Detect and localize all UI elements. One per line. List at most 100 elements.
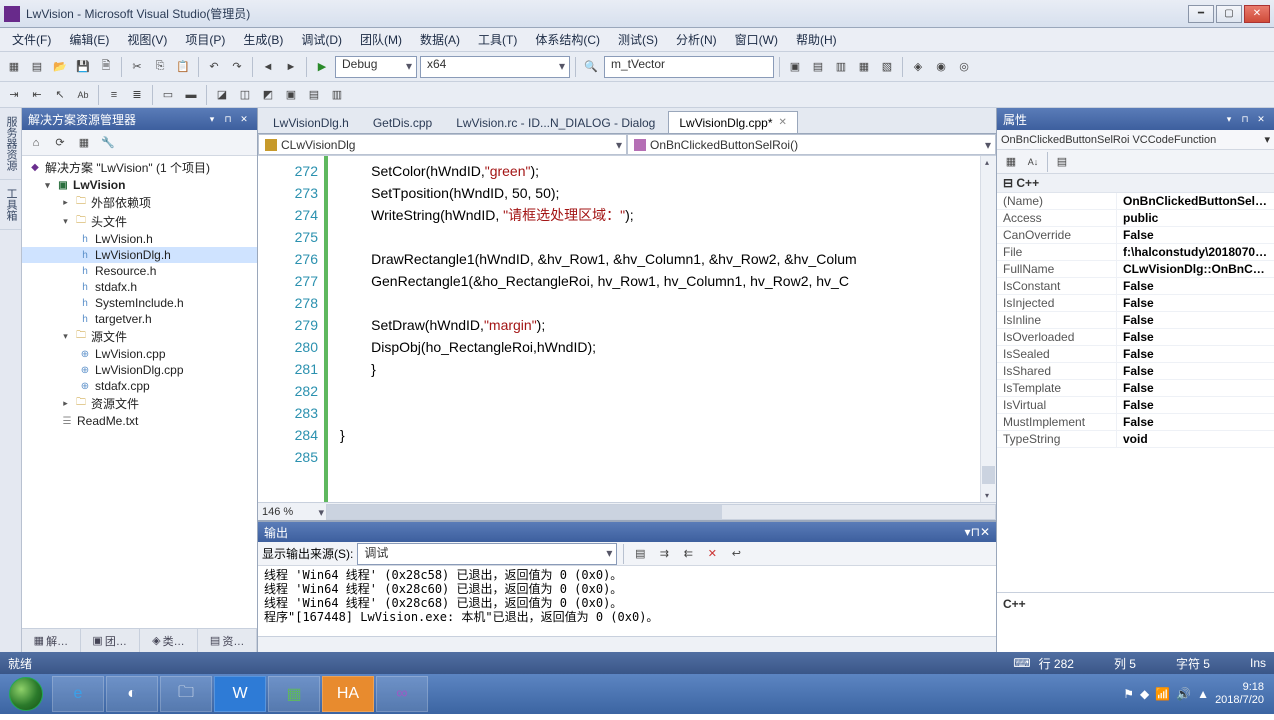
- tb-icon-6[interactable]: ◈: [908, 57, 928, 77]
- menu-debug[interactable]: 调试(D): [293, 29, 350, 50]
- task-app1[interactable]: ◐: [106, 676, 158, 712]
- nav-fwd-icon[interactable]: ►: [281, 57, 301, 77]
- tb-icon-2[interactable]: ▤: [808, 57, 828, 77]
- tab-dialog[interactable]: LwVision.rc - ID...N_DIALOG - Dialog: [445, 111, 666, 133]
- output-wrap-icon[interactable]: ↩: [726, 544, 746, 564]
- menu-arch[interactable]: 体系结构(C): [527, 29, 608, 50]
- menu-analyze[interactable]: 分析(N): [668, 29, 725, 50]
- output-icon-2[interactable]: ⇉: [654, 544, 674, 564]
- output-pin-icon[interactable]: ⊓: [971, 525, 980, 539]
- menu-edit[interactable]: 编辑(E): [61, 29, 117, 50]
- panel-pin-icon[interactable]: ⊓: [221, 112, 235, 126]
- comment-icon[interactable]: ▭: [158, 85, 178, 105]
- tb-icon-1[interactable]: ▣: [785, 57, 805, 77]
- tree-file[interactable]: hSystemInclude.h: [22, 295, 257, 311]
- props-az-icon[interactable]: A↓: [1023, 152, 1043, 172]
- add-item-icon[interactable]: ▤: [27, 57, 47, 77]
- btab-solution[interactable]: ▦解…: [22, 629, 81, 652]
- menu-view[interactable]: 视图(V): [119, 29, 175, 50]
- start-button[interactable]: [2, 676, 50, 712]
- tree-file[interactable]: htargetver.h: [22, 311, 257, 327]
- tb-icon-4[interactable]: ▦: [854, 57, 874, 77]
- tree-project[interactable]: ▾▣LwVision: [22, 177, 257, 193]
- platform-combo[interactable]: x64: [420, 56, 570, 78]
- output-icon-1[interactable]: ▤: [630, 544, 650, 564]
- system-tray[interactable]: ⚑ ◆ 📶 🔊 ▲ 9:182018/7/20: [1115, 681, 1272, 707]
- tree-file[interactable]: ⊕LwVision.cpp: [22, 346, 257, 362]
- tree-resources[interactable]: ▸🗀资源文件: [22, 394, 257, 413]
- paste-icon[interactable]: 📋: [173, 57, 193, 77]
- tab-getdis-cpp[interactable]: GetDis.cpp: [362, 111, 443, 133]
- props-dropdown-icon[interactable]: ▾: [1222, 112, 1236, 126]
- indent-icon[interactable]: ⇥: [4, 85, 24, 105]
- vtab-server[interactable]: 服务器资源: [0, 108, 21, 180]
- tree-readme[interactable]: ☰ReadMe.txt: [22, 413, 257, 429]
- tb-icon-3[interactable]: ▥: [831, 57, 851, 77]
- save-all-icon[interactable]: 🗎: [96, 57, 116, 77]
- vscrollbar[interactable]: ▴ ▾: [980, 156, 996, 502]
- hscroll-thumb[interactable]: [327, 505, 722, 519]
- output-source-combo[interactable]: 调试: [357, 543, 617, 565]
- tray-icon[interactable]: ◆: [1140, 687, 1149, 701]
- clock[interactable]: 9:182018/7/20: [1215, 681, 1264, 707]
- outdent-icon[interactable]: ⇤: [27, 85, 47, 105]
- undo-icon[interactable]: ↶: [204, 57, 224, 77]
- tab-lwvisiondlg-cpp[interactable]: LwVisionDlg.cpp*✕: [668, 111, 798, 133]
- find-in-files-icon[interactable]: 🔍: [581, 57, 601, 77]
- zoom-combo[interactable]: 146 %: [258, 506, 326, 518]
- props-pages-icon[interactable]: ▤: [1052, 152, 1072, 172]
- menu-help[interactable]: 帮助(H): [788, 29, 845, 50]
- menu-project[interactable]: 项目(P): [177, 29, 233, 50]
- menu-window[interactable]: 窗口(W): [727, 29, 786, 50]
- code-editor[interactable]: 2722732742752762772782792802812822832842…: [258, 156, 996, 502]
- minimize-button[interactable]: ━: [1188, 5, 1214, 23]
- task-wps[interactable]: W: [214, 676, 266, 712]
- uncomment-icon[interactable]: ▬: [181, 85, 201, 105]
- ab-icon[interactable]: Ab: [73, 85, 93, 105]
- tb2-icon-2[interactable]: ◩: [258, 85, 278, 105]
- task-explorer[interactable]: 🗀: [160, 676, 212, 712]
- tree-file[interactable]: hstdafx.h: [22, 279, 257, 295]
- tree-external[interactable]: ▸🗀外部依赖项: [22, 193, 257, 212]
- menu-file[interactable]: 文件(F): [4, 29, 59, 50]
- tb-icon-5[interactable]: ▧: [877, 57, 897, 77]
- props-grid[interactable]: ⊟ C++(Name)OnBnClickedButtonSelRoiAccess…: [997, 174, 1274, 592]
- props-close-icon[interactable]: ✕: [1254, 112, 1268, 126]
- tb-icon-8[interactable]: ◎: [954, 57, 974, 77]
- code-content[interactable]: SetColor(hWndID,"green"); SetTposition(h…: [328, 156, 980, 502]
- cursor-icon[interactable]: ↖: [50, 85, 70, 105]
- btab-team[interactable]: ▣团…: [81, 629, 140, 652]
- menu-tools[interactable]: 工具(T): [470, 29, 525, 50]
- indent-lines-icon[interactable]: ≣: [127, 85, 147, 105]
- task-app3[interactable]: HA: [322, 676, 374, 712]
- config-combo[interactable]: Debug: [335, 56, 417, 78]
- tb2-icon-4[interactable]: ▤: [304, 85, 324, 105]
- start-debug-icon[interactable]: ▶: [312, 57, 332, 77]
- sol-refresh-icon[interactable]: ⟳: [50, 133, 70, 153]
- tray-flag-icon[interactable]: ⚑: [1123, 687, 1134, 701]
- panel-dropdown-icon[interactable]: ▾: [205, 112, 219, 126]
- output-close-icon[interactable]: ✕: [980, 525, 990, 539]
- props-pin-icon[interactable]: ⊓: [1238, 112, 1252, 126]
- sol-properties-icon[interactable]: 🔧: [98, 133, 118, 153]
- menu-team[interactable]: 团队(M): [352, 29, 410, 50]
- tb-icon-7[interactable]: ◉: [931, 57, 951, 77]
- output-hscroll[interactable]: [258, 636, 996, 652]
- tree-file[interactable]: ⊕stdafx.cpp: [22, 378, 257, 394]
- sol-icon-1[interactable]: ⌂: [26, 133, 46, 153]
- cut-icon[interactable]: ✂: [127, 57, 147, 77]
- copy-icon[interactable]: ⎘: [150, 57, 170, 77]
- tray-icon[interactable]: ▲: [1197, 687, 1209, 701]
- menu-data[interactable]: 数据(A): [412, 29, 468, 50]
- props-cat-icon[interactable]: ▦: [1001, 152, 1021, 172]
- menu-test[interactable]: 测试(S): [610, 29, 666, 50]
- panel-close-icon[interactable]: ✕: [237, 112, 251, 126]
- tree-file-selected[interactable]: hLwVisionDlg.h: [22, 247, 257, 263]
- vtab-toolbox[interactable]: 工具箱: [0, 180, 21, 230]
- tree-solution[interactable]: ◆解决方案 "LwVision" (1 个项目): [22, 158, 257, 177]
- sol-icon-3[interactable]: ▦: [74, 133, 94, 153]
- menu-build[interactable]: 生成(B): [235, 29, 291, 50]
- hscrollbar[interactable]: [326, 504, 996, 520]
- output-icon-3[interactable]: ⇇: [678, 544, 698, 564]
- output-clear-icon[interactable]: ✕: [702, 544, 722, 564]
